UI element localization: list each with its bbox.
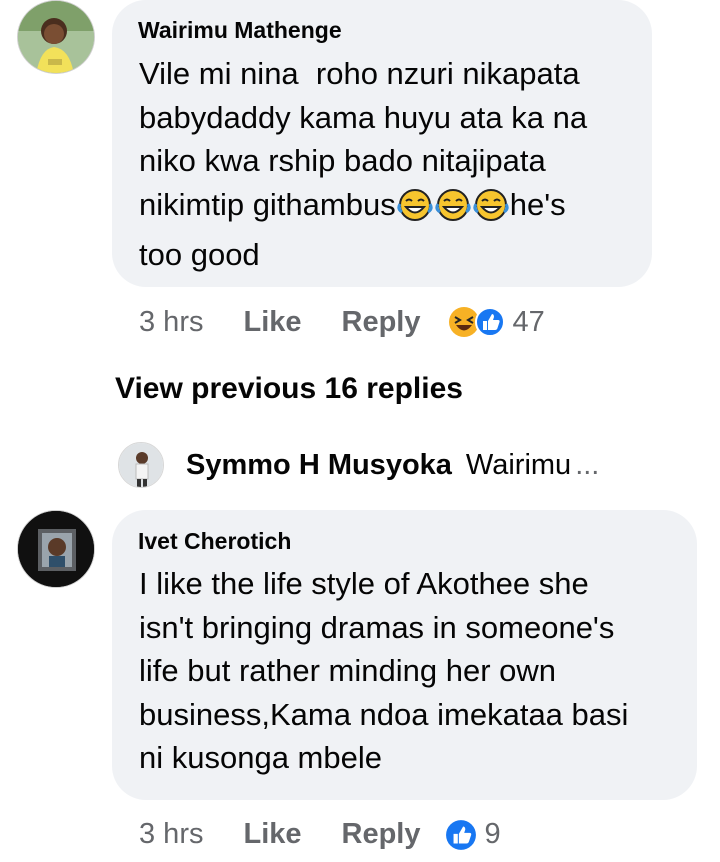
reaction-count[interactable]: 47 <box>513 306 545 339</box>
tears-of-joy-emoji-icon <box>397 188 433 234</box>
reply-button[interactable]: Reply <box>342 818 421 851</box>
avatar-photo <box>119 443 163 487</box>
comment-line: babydaddy kama huyu ata ka na <box>139 99 588 135</box>
reaction-count[interactable]: 9 <box>485 818 501 851</box>
like-icon <box>474 307 505 337</box>
reply-preview[interactable]: Symmo H Musyoka Wairimu ... <box>118 440 599 490</box>
comment-text: Vile mi nina roho nzuri nikapata babydad… <box>139 52 644 277</box>
view-previous-replies-link[interactable]: View previous 16 replies <box>115 372 463 406</box>
tears-of-joy-emoji-icon <box>473 188 509 234</box>
reaction-summary[interactable] <box>445 819 477 851</box>
comment-line: Vile mi nina roho nzuri nikapata <box>139 56 580 91</box>
comment-line-part: nikimtip githambus <box>139 186 396 222</box>
comment-line: I like the life style of Akothee she <box>139 566 589 601</box>
reaction-summary[interactable] <box>447 305 505 339</box>
commenter-avatar[interactable] <box>17 0 95 74</box>
avatar-photo <box>18 511 94 587</box>
comment-line: ni kusonga mbele <box>139 740 382 775</box>
comment-author[interactable]: Ivet Cherotich <box>138 528 291 555</box>
reply-button[interactable]: Reply <box>342 306 421 339</box>
comment-line: niko kwa rship bado nitajipata <box>139 143 546 178</box>
like-button[interactable]: Like <box>243 818 301 851</box>
comment-author[interactable]: Wairimu Mathenge <box>138 17 342 44</box>
comment-line: life but rather minding her own <box>139 653 557 688</box>
tears-of-joy-emoji-icon <box>435 188 471 234</box>
comment-line: isn't bringing dramas in someone's <box>139 609 615 645</box>
comment-line: nikimtip githambus he's <box>139 183 644 234</box>
comment-text: I like the life style of Akothee she isn… <box>139 562 689 780</box>
comment-line-part: he's <box>509 186 566 222</box>
like-icon <box>445 819 476 850</box>
reply-preview-ellipsis: ... <box>575 448 600 481</box>
like-button[interactable]: Like <box>243 306 301 339</box>
comment-line: business,Kama ndoa imekataa basi <box>139 696 629 732</box>
comment-actions: 3 hrs Like Reply 9 <box>139 818 501 851</box>
comment-line: too good <box>139 237 260 272</box>
comment-actions: 3 hrs Like Reply 47 <box>139 305 545 339</box>
reply-author-avatar <box>118 442 164 488</box>
comment-timestamp[interactable]: 3 hrs <box>139 306 203 339</box>
reply-author-name: Symmo H Musyoka <box>186 448 452 481</box>
reply-preview-text: Wairimu <box>465 448 572 481</box>
commenter-avatar[interactable] <box>17 510 95 588</box>
avatar-photo <box>18 1 94 73</box>
comment-timestamp[interactable]: 3 hrs <box>139 818 203 851</box>
